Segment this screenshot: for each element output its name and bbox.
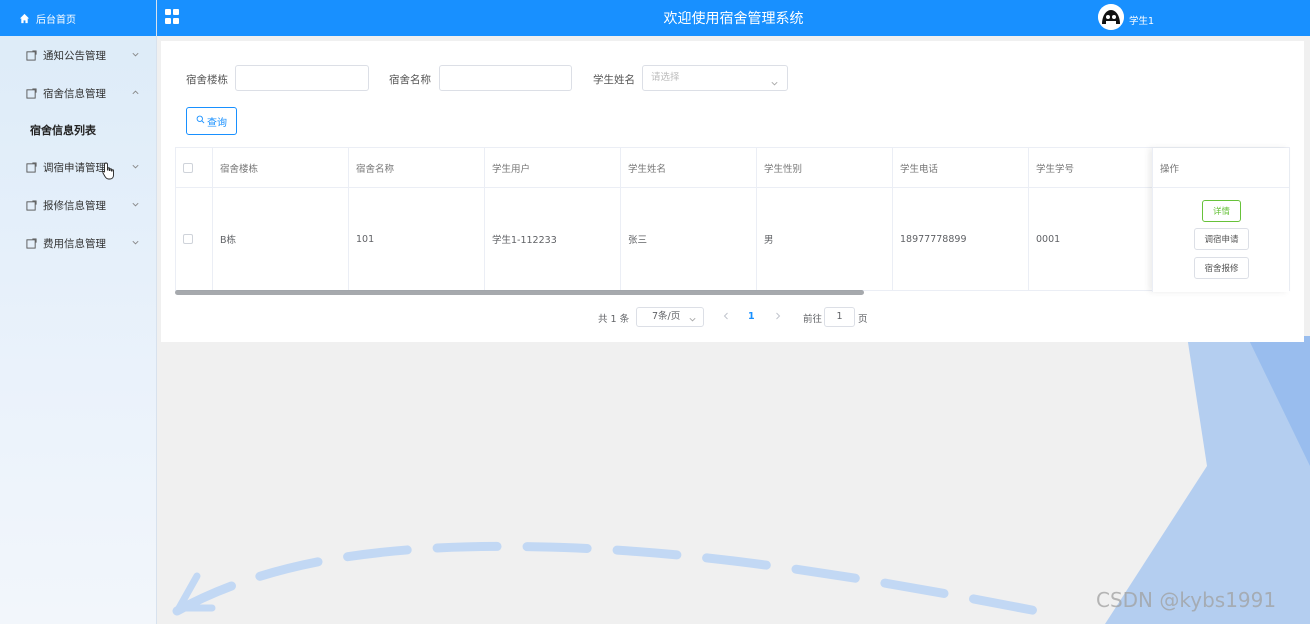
column-header[interactable]: 宿舍名称 — [349, 148, 485, 187]
student-label: 学生姓名 — [593, 74, 635, 86]
chevron-down-icon — [770, 74, 779, 86]
query-button-label: 查询 — [207, 117, 227, 129]
top-header: 欢迎使用宿舍管理系统 学生1 — [157, 0, 1310, 36]
menu-icon — [26, 199, 37, 211]
sidebar-item-label: 调宿申请管理 — [43, 161, 106, 174]
sidebar-item-notice[interactable]: 通知公告管理 — [0, 36, 156, 74]
query-button[interactable]: 查询 — [186, 107, 237, 135]
goto-page-input[interactable]: 1 — [824, 307, 855, 327]
avatar[interactable] — [1098, 4, 1124, 30]
chevron-down-icon — [131, 50, 140, 59]
room-label: 宿舍名称 — [389, 74, 431, 86]
menu-icon — [26, 87, 37, 99]
goto-label: 前往 — [803, 314, 823, 325]
sidebar-subitem-dorm-list[interactable]: 宿舍信息列表 — [0, 112, 156, 148]
table-cell: 0001 — [1029, 188, 1159, 290]
detail-button[interactable]: 详情 — [1202, 200, 1241, 222]
pagination: 共 1 条 7条/页 1 前往 1 页 — [161, 307, 1304, 327]
sidebar-item-repair[interactable]: 报修信息管理 — [0, 186, 156, 224]
column-header[interactable]: 学生电话 — [893, 148, 1029, 187]
column-header[interactable]: 宿舍楼栋 — [213, 148, 349, 187]
page-size-select[interactable]: 7条/页 — [636, 307, 704, 327]
horizontal-scrollbar[interactable] — [175, 290, 864, 295]
sidebar-item-transfer[interactable]: 调宿申请管理 — [0, 148, 156, 186]
sidebar-item-fees[interactable]: 费用信息管理 — [0, 224, 156, 262]
column-header[interactable]: 学生性别 — [757, 148, 893, 187]
page-size-value: 7条/页 — [652, 311, 681, 322]
table-cell: 学生1-112233 — [485, 188, 621, 290]
sidebar-home-link[interactable]: 后台首页 — [0, 0, 156, 36]
sidebar: 后台首页 通知公告管理 宿舍信息管理 宿舍信息列表 调宿申请管理 报修信息管理 … — [0, 0, 157, 624]
menu-icon — [26, 49, 37, 61]
column-header[interactable]: 学生用户 — [485, 148, 621, 187]
transfer-request-button[interactable]: 调宿申请 — [1194, 228, 1249, 250]
sidebar-item-dorm[interactable]: 宿舍信息管理 — [0, 74, 156, 112]
chevron-up-icon — [131, 88, 140, 97]
column-header[interactable]: 学生学号 — [1029, 148, 1159, 187]
table-header: 宿舍楼栋 宿舍名称 学生用户 学生姓名 学生性别 学生电话 学生学号 — [176, 148, 1289, 188]
watermark: CSDN @kybs1991 — [1096, 588, 1277, 612]
menu-icon — [26, 237, 37, 249]
building-input[interactable] — [235, 65, 369, 91]
table-row: B栋 101 学生1-112233 张三 男 18977778899 0001 — [176, 188, 1289, 290]
chevron-down-icon — [131, 238, 140, 247]
ops-column-header: 操作 — [1153, 148, 1289, 188]
row-checkbox[interactable] — [183, 234, 193, 244]
select-all-checkbox[interactable] — [183, 162, 193, 173]
prev-page-icon[interactable] — [721, 310, 731, 322]
hand-cursor-icon — [102, 162, 116, 183]
main-panel: 宿舍楼栋 宿舍名称 学生姓名 请选择 查询 宿舍楼栋 宿舍名称 学生用户 学生姓… — [161, 41, 1304, 342]
sidebar-item-label: 费用信息管理 — [43, 237, 106, 250]
student-select[interactable]: 请选择 — [642, 65, 788, 91]
chevron-down-icon — [131, 200, 140, 209]
menu-icon — [26, 161, 37, 173]
sidebar-item-label: 通知公告管理 — [43, 49, 106, 62]
row-checkbox-cell — [176, 188, 213, 290]
user-name[interactable]: 学生1 — [1129, 13, 1154, 27]
chevron-down-icon — [688, 313, 697, 322]
home-icon — [18, 12, 30, 24]
next-page-icon[interactable] — [773, 310, 783, 322]
table-cell: 101 — [349, 188, 485, 290]
sidebar-home-label: 后台首页 — [36, 14, 76, 26]
search-icon — [196, 115, 205, 127]
room-input[interactable] — [439, 65, 572, 91]
table-cell: B栋 — [213, 188, 349, 290]
page-suffix: 页 — [858, 314, 868, 325]
repair-request-button[interactable]: 宿舍报修 — [1194, 257, 1249, 279]
table-cell: 18977778899 — [893, 188, 1029, 290]
page-number-current[interactable]: 1 — [748, 311, 755, 322]
student-select-placeholder: 请选择 — [651, 72, 680, 83]
table-cell: 张三 — [621, 188, 757, 290]
chevron-down-icon — [131, 162, 140, 171]
sidebar-item-label: 报修信息管理 — [43, 199, 106, 212]
sidebar-subitem-label: 宿舍信息列表 — [30, 124, 96, 137]
operations-column: 操作 详情 调宿申请 宿舍报修 — [1152, 148, 1289, 292]
column-header[interactable]: 学生姓名 — [621, 148, 757, 187]
building-label: 宿舍楼栋 — [186, 74, 228, 86]
pagination-total: 共 1 条 — [598, 314, 630, 325]
dorm-table: 宿舍楼栋 宿舍名称 学生用户 学生姓名 学生性别 学生电话 学生学号 B栋 10… — [175, 147, 1290, 292]
header-checkbox-cell — [176, 148, 213, 187]
sidebar-item-label: 宿舍信息管理 — [43, 87, 106, 100]
table-cell: 男 — [757, 188, 893, 290]
